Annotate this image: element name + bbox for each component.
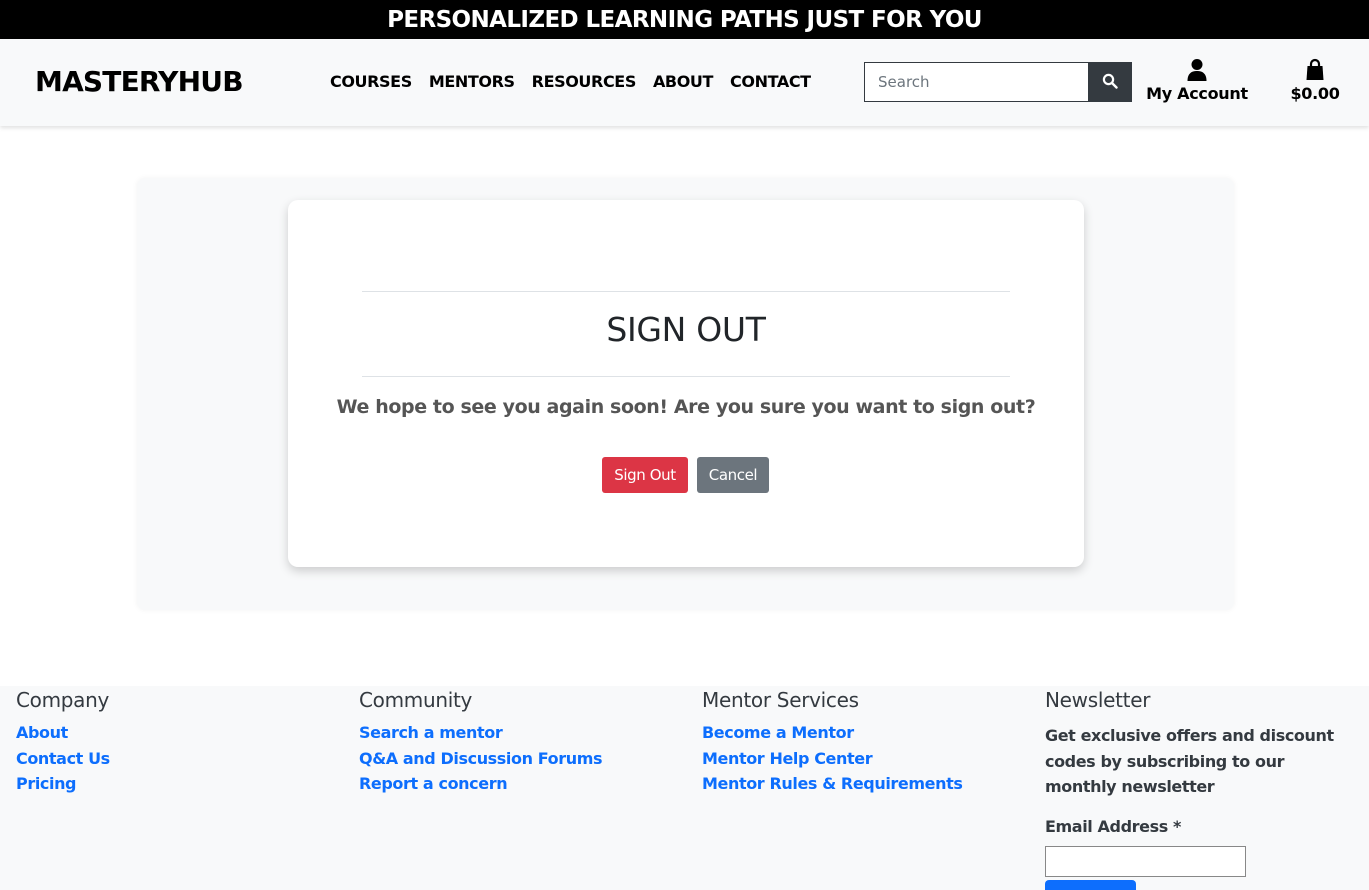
page-title: SIGN OUT — [606, 310, 766, 349]
newsletter-description: Get exclusive offers and discount codes … — [1045, 726, 1334, 796]
nav-resources[interactable]: RESOURCES — [532, 72, 637, 91]
footer-community-heading: Community — [359, 688, 473, 712]
footer-link-about[interactable]: About — [16, 723, 68, 742]
newsletter-subscribe-button[interactable] — [1045, 879, 1136, 890]
nav-mentors[interactable]: MENTORS — [429, 72, 515, 91]
footer-link-forums[interactable]: Q&A and Discussion Forums — [359, 749, 603, 768]
cancel-button[interactable]: Cancel — [697, 457, 769, 493]
footer-mentor-services: Mentor Services Become a Mentor Mentor H… — [702, 686, 963, 800]
signout-card: SIGN OUT We hope to see you again soon! … — [288, 200, 1084, 567]
footer-link-search-mentor[interactable]: Search a mentor — [359, 723, 503, 742]
footer-newsletter-heading: Newsletter — [1045, 688, 1151, 712]
my-account-link[interactable]: My Account — [1146, 58, 1248, 103]
footer-link-rules[interactable]: Mentor Rules & Requirements — [702, 774, 963, 793]
nav-about[interactable]: ABOUT — [653, 72, 713, 91]
user-icon — [1146, 58, 1248, 82]
footer-mentor-heading: Mentor Services — [702, 688, 859, 712]
search-input[interactable] — [864, 62, 1088, 102]
promo-banner: PERSONALIZED LEARNING PATHS JUST FOR YOU — [0, 0, 1369, 39]
search-icon — [1102, 73, 1118, 92]
nav-contact[interactable]: CONTACT — [730, 72, 811, 91]
main-nav: COURSES MENTORS RESOURCES ABOUT CONTACT — [330, 72, 828, 91]
footer-company-heading: Company — [16, 688, 110, 712]
sign-out-button[interactable]: Sign Out — [602, 457, 688, 493]
bag-total: $0.00 — [1290, 84, 1340, 103]
shopping-bag-icon — [1288, 58, 1342, 82]
site-header: MASTERYHUB COURSES MENTORS RESOURCES ABO… — [0, 39, 1369, 126]
my-account-label: My Account — [1146, 84, 1248, 103]
search-form — [864, 62, 1132, 102]
newsletter-email-input[interactable] — [1045, 845, 1246, 877]
signout-message: We hope to see you again soon! Are you s… — [336, 396, 1036, 418]
footer-link-contact[interactable]: Contact Us — [16, 749, 110, 768]
footer-link-help-center[interactable]: Mentor Help Center — [702, 749, 873, 768]
footer-link-become-mentor[interactable]: Become a Mentor — [702, 723, 854, 742]
footer-link-pricing[interactable]: Pricing — [16, 774, 77, 793]
footer-community: Community Search a mentor Q&A and Discus… — [359, 686, 603, 800]
site-footer: Company About Contact Us Pricing Communi… — [0, 686, 1369, 890]
footer-newsletter: Newsletter Get exclusive offers and disc… — [1045, 686, 1355, 890]
search-button[interactable] — [1088, 62, 1132, 102]
divider-bottom — [362, 376, 1010, 377]
email-label: Email Address * — [1045, 816, 1181, 836]
divider-top — [362, 291, 1010, 292]
site-logo[interactable]: MASTERYHUB — [35, 65, 244, 98]
footer-link-report[interactable]: Report a concern — [359, 774, 508, 793]
shopping-bag-link[interactable]: $0.00 — [1288, 58, 1342, 103]
footer-company: Company About Contact Us Pricing — [16, 686, 110, 800]
nav-courses[interactable]: COURSES — [330, 72, 412, 91]
